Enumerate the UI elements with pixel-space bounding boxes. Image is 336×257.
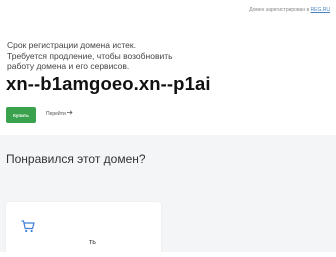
renew-button-label: Купить: [13, 112, 29, 118]
registrar-note-text: Домен зарегистрирован в: [249, 7, 310, 13]
expired-message-line: Требуется продление, чтобы возобновить: [7, 50, 173, 61]
offer-section: Понравился этот домен? ть: [0, 135, 336, 257]
offer-heading: Понравился этот домен?: [6, 152, 146, 166]
renew-button[interactable]: Купить: [6, 107, 36, 123]
offer-card-text: ть: [89, 239, 96, 246]
goto-link[interactable]: Перейти: [46, 110, 73, 117]
domain-name: xn--b1amgoeo.xn--p1ai: [6, 73, 211, 94]
expired-domain-section: Домен зарегистрирован в REG.RU Срок реги…: [0, 0, 336, 135]
arrow-right-icon: [66, 110, 73, 117]
cart-icon: [21, 220, 35, 238]
expired-message-line: работу домена и его сервисов.: [7, 61, 130, 71]
expired-message: Срок регистрации домена истек. Требуется…: [7, 40, 177, 72]
offer-card[interactable]: [6, 202, 161, 257]
registrar-link[interactable]: REG.RU: [311, 7, 330, 13]
registrar-note: Домен зарегистрирован в REG.RU: [249, 7, 330, 13]
expired-message-line: Срок регистрации домена истек.: [7, 40, 136, 50]
goto-link-label: Перейти: [46, 110, 66, 117]
